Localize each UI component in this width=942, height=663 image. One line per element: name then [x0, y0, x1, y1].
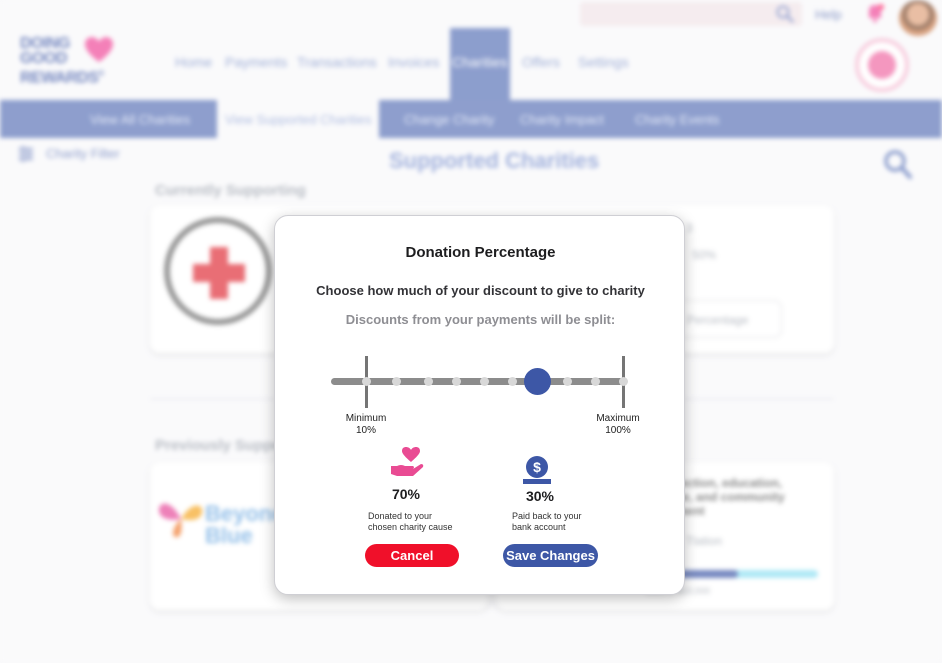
max-label-value: 100%	[605, 425, 631, 436]
cancel-button[interactable]: Cancel	[365, 544, 459, 567]
slider-tick[interactable]	[392, 377, 401, 386]
slider-min-label: Minimum 10%	[331, 413, 401, 437]
slider-tick[interactable]	[508, 377, 517, 386]
slider-tick[interactable]	[563, 377, 572, 386]
slider-track[interactable]	[331, 378, 627, 385]
modal-split-note: Discounts from your payments will be spl…	[345, 312, 616, 327]
heart-hand-icon	[391, 447, 424, 476]
slider-tick[interactable]	[619, 377, 628, 386]
charity-percentage: 70%	[391, 486, 421, 502]
slider-tick[interactable]	[362, 377, 371, 386]
charity-description: Donated to your chosen charity cause	[368, 511, 488, 533]
bank-description: Paid back to your bank account	[512, 511, 632, 533]
svg-text:$: $	[533, 459, 541, 475]
slider-tick[interactable]	[452, 377, 461, 386]
modal-subtitle: Choose how much of your discount to give…	[316, 283, 645, 298]
slider-tick[interactable]	[591, 377, 600, 386]
charity-desc-line1: Donated to your	[368, 511, 433, 521]
bank-desc-line1: Paid back to your	[512, 511, 582, 521]
bank-desc-line2: bank account	[512, 522, 566, 532]
slider-max-label: Maximum 100%	[583, 413, 653, 437]
max-label-text: Maximum	[596, 413, 640, 424]
bank-percentage: 30%	[525, 488, 555, 504]
slider-tick[interactable]	[480, 377, 489, 386]
modal-title: Donation Percentage	[405, 244, 556, 261]
slider-tick[interactable]	[424, 377, 433, 386]
min-label-value: 10%	[355, 425, 376, 436]
min-label-text: Minimum	[345, 413, 387, 424]
dollar-deposit-icon: $	[523, 456, 551, 484]
donation-slider[interactable]	[331, 356, 628, 408]
save-changes-button[interactable]: Save Changes	[503, 544, 598, 567]
slider-thumb[interactable]	[523, 368, 551, 395]
charity-desc-line2: chosen charity cause	[368, 522, 453, 532]
donation-percentage-modal: Donation Percentage Choose how much of y…	[274, 215, 685, 595]
